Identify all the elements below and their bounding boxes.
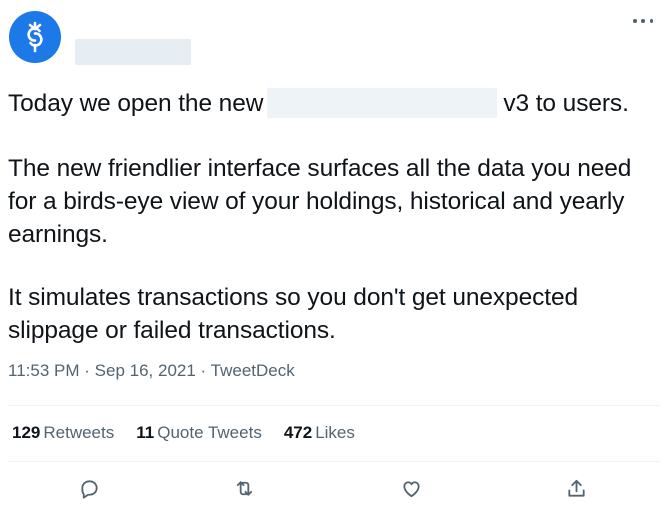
reply-button[interactable]: [75, 474, 103, 502]
yearn-logo-icon: [27, 21, 43, 53]
share-icon: [567, 479, 585, 497]
tweet-paragraph-2: The new friendlier interface surfaces al…: [8, 155, 632, 248]
like-icon: [402, 480, 420, 497]
engagement-stats: 129 Retweets 11 Quote Tweets 472 Likes: [12, 423, 355, 443]
retweets-label: Retweets: [43, 423, 115, 442]
quote-tweets-stat[interactable]: 11 Quote Tweets: [136, 423, 262, 443]
reply-icon: [80, 479, 98, 499]
divider: [8, 461, 660, 462]
meta-separator: ·: [200, 361, 207, 380]
avatar[interactable]: [9, 11, 61, 63]
tweet-source[interactable]: TweetDeck: [211, 361, 295, 380]
tweet-time[interactable]: 11:53 PM: [8, 361, 80, 380]
share-button[interactable]: [562, 474, 590, 502]
likes-count: 472: [283, 423, 313, 442]
retweets-stat[interactable]: 129 Retweets: [12, 423, 114, 443]
tweet-text-line1: Today we open the new v3 to users.: [8, 87, 658, 120]
redacted-text: [267, 88, 498, 118]
text-line1-before: Today we open the new: [8, 90, 264, 117]
like-button[interactable]: [397, 474, 425, 502]
retweet-icon: [236, 480, 252, 496]
tweet-meta: 11:53 PM · Sep 16, 2021 · TweetDeck: [8, 361, 295, 381]
likes-stat[interactable]: 472 Likes: [284, 423, 355, 443]
more-options-icon[interactable]: [630, 14, 656, 28]
meta-separator: ·: [84, 361, 90, 380]
retweet-button[interactable]: [230, 474, 258, 502]
tweet-actions: [0, 474, 668, 504]
likes-label: Likes: [315, 423, 355, 442]
quote-tweets-label: Quote Tweets: [157, 423, 262, 442]
divider: [8, 405, 660, 406]
retweets-count: 129: [12, 423, 41, 442]
quote-tweets-count: 11: [136, 423, 155, 442]
tweet-date[interactable]: Sep 16, 2021: [95, 361, 196, 380]
tweet-paragraph-3: It simulates transactions so you don't g…: [8, 284, 579, 344]
text-line1-after: v3 to users.: [503, 90, 629, 117]
redacted-account-name[interactable]: [75, 39, 191, 65]
